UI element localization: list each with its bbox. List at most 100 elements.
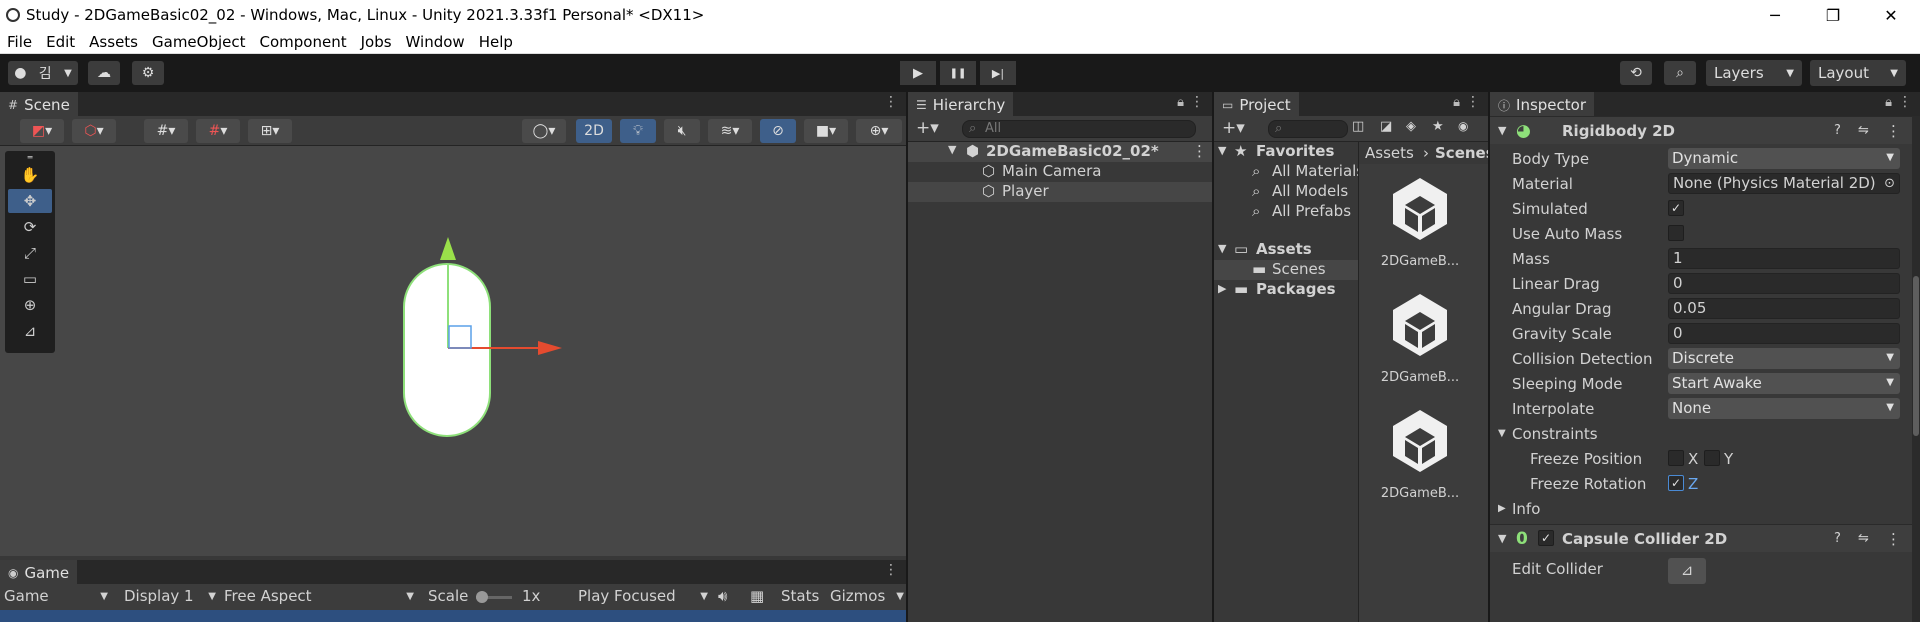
- menu-window[interactable]: Window: [399, 33, 472, 51]
- lock-icon[interactable]: 🔒︎: [1177, 95, 1184, 110]
- favorite-item[interactable]: All Materials: [1272, 162, 1364, 180]
- pause-button[interactable]: ❚❚: [940, 61, 976, 85]
- chevron-down-icon[interactable]: ▼: [1218, 242, 1226, 255]
- tab-inspector[interactable]: ⓘ Inspector: [1490, 92, 1594, 116]
- kebab-menu-icon[interactable]: ⋮: [1886, 530, 1901, 548]
- unity-scene-icon[interactable]: [1385, 406, 1455, 476]
- freeze-position-y-checkbox[interactable]: [1704, 450, 1720, 466]
- freeze-rotation-z-checkbox[interactable]: ✓: [1668, 475, 1684, 491]
- unity-scene-icon[interactable]: [1385, 174, 1455, 244]
- scene-viewport[interactable]: ═ ✋ ✥ ⟳ ⤢ ▭ ⊕ ⊿: [0, 146, 906, 556]
- camera-dropdown[interactable]: ■ ▾: [804, 119, 848, 143]
- aspect-dropdown[interactable]: Free Aspect ▼: [224, 587, 414, 605]
- folder-assets[interactable]: Assets: [1256, 240, 1312, 258]
- favorites-label[interactable]: Favorites: [1256, 142, 1334, 160]
- menu-file[interactable]: File: [0, 33, 39, 51]
- list-item[interactable]: ⬡ Player: [908, 182, 1212, 202]
- unity-scene-icon[interactable]: [1385, 290, 1455, 360]
- kebab-menu-icon[interactable]: ⋮: [884, 94, 898, 110]
- effects-dropdown[interactable]: ≋ ▾: [708, 119, 752, 143]
- breadcrumb-assets[interactable]: Assets: [1365, 144, 1414, 162]
- chevron-down-icon[interactable]: ▼: [1498, 428, 1506, 439]
- close-button[interactable]: ✕: [1862, 0, 1920, 30]
- tab-game[interactable]: ◉ Game: [0, 560, 78, 584]
- kebab-menu-icon[interactable]: ⋮: [1886, 122, 1901, 140]
- auto-mass-checkbox[interactable]: [1668, 225, 1684, 241]
- speaker-icon[interactable]: 🔊︎: [718, 587, 727, 605]
- kebab-menu-icon[interactable]: ⋮: [1466, 94, 1480, 110]
- menu-gameobject[interactable]: GameObject: [145, 33, 253, 51]
- account-dropdown[interactable]: ● 김 ▼: [8, 61, 78, 85]
- play-button[interactable]: ▶: [900, 61, 936, 85]
- tab-hierarchy[interactable]: ☰ Hierarchy: [908, 92, 1014, 116]
- capsule-enabled-checkbox[interactable]: ✓: [1538, 530, 1554, 546]
- shading-dropdown[interactable]: ◯ ▾: [522, 119, 566, 143]
- kebab-menu-icon[interactable]: ⋮: [1898, 94, 1912, 110]
- favorite-item[interactable]: All Prefabs: [1272, 202, 1351, 220]
- chevron-down-icon[interactable]: ▼: [948, 143, 956, 156]
- folder-packages[interactable]: Packages: [1256, 280, 1336, 298]
- gravity-scale-input[interactable]: 0: [1668, 323, 1900, 344]
- history-button[interactable]: ⟲: [1620, 61, 1652, 85]
- stats-button[interactable]: Stats: [781, 587, 819, 605]
- move-gizmo-y-arrow[interactable]: [440, 237, 456, 260]
- step-button[interactable]: ▶|: [980, 61, 1016, 85]
- menu-edit[interactable]: Edit: [39, 33, 82, 51]
- menu-assets[interactable]: Assets: [82, 33, 145, 51]
- audio-toggle[interactable]: 🔇︎: [664, 119, 700, 143]
- restore-button[interactable]: ❐: [1804, 0, 1862, 30]
- asset-label[interactable]: 2DGameB...: [1375, 254, 1465, 269]
- game-view-dropdown[interactable]: Game ▼: [4, 587, 108, 605]
- help-icon[interactable]: ?: [1834, 531, 1841, 546]
- asset-label[interactable]: 2DGameB...: [1375, 486, 1465, 501]
- chevron-down-icon[interactable]: ▼: [1218, 144, 1226, 157]
- grid-snap-dropdown[interactable]: # ▾: [144, 119, 188, 143]
- star-icon[interactable]: ★: [1432, 119, 1444, 134]
- layers-dropdown[interactable]: Layers ▼: [1706, 60, 1802, 86]
- freeze-position-x-checkbox[interactable]: [1668, 450, 1684, 466]
- increment-snap-dropdown[interactable]: ⊞ ▾: [248, 119, 292, 143]
- tab-scene[interactable]: # Scene: [0, 92, 78, 116]
- menu-jobs[interactable]: Jobs: [354, 33, 399, 51]
- minimize-button[interactable]: ─: [1746, 0, 1804, 30]
- collision-detection-dropdown[interactable]: Discrete ▼: [1668, 348, 1900, 369]
- body-type-dropdown[interactable]: Dynamic ▼: [1668, 148, 1900, 169]
- edit-collider-button[interactable]: ⊿: [1668, 558, 1706, 584]
- angular-drag-input[interactable]: 0.05: [1668, 298, 1900, 319]
- kebab-menu-icon[interactable]: ⋮: [884, 562, 898, 578]
- add-button[interactable]: +▾: [916, 118, 939, 138]
- capsule-collider-header[interactable]: ▼ 0 ✓ Capsule Collider 2D ? ⇋ ⋮: [1490, 524, 1912, 552]
- sleeping-mode-dropdown[interactable]: Start Awake ▼: [1668, 373, 1900, 394]
- toggle-2d-button[interactable]: 2D: [576, 119, 612, 143]
- cloud-button[interactable]: ☁: [88, 61, 120, 85]
- menu-component[interactable]: Component: [253, 33, 354, 51]
- chevron-right-icon[interactable]: ▶: [1218, 282, 1226, 295]
- game-viewport[interactable]: [0, 610, 906, 622]
- render-mode-dropdown[interactable]: ⬡ ▾: [72, 119, 116, 143]
- search-button[interactable]: ⌕: [1664, 61, 1696, 85]
- keyboard-icon[interactable]: ▦: [750, 587, 764, 605]
- kebab-menu-icon[interactable]: ⋮: [1190, 94, 1204, 110]
- play-mode-dropdown[interactable]: Play Focused ▼: [578, 587, 708, 605]
- linear-drag-input[interactable]: 0: [1668, 273, 1900, 294]
- folder-scenes[interactable]: Scenes: [1272, 260, 1326, 278]
- breadcrumb-scenes[interactable]: Scenes: [1435, 144, 1488, 162]
- simulated-checkbox[interactable]: ✓: [1668, 200, 1684, 216]
- constraints-row[interactable]: ▼ Constraints: [1490, 421, 1912, 446]
- inspector-scrollbar[interactable]: [1912, 116, 1920, 622]
- layout-dropdown[interactable]: Layout ▼: [1810, 60, 1906, 86]
- mass-input[interactable]: 1: [1668, 248, 1900, 269]
- visibility-toggle[interactable]: ⊘: [760, 119, 796, 143]
- tag-icon[interactable]: ◈: [1406, 119, 1416, 134]
- chevron-down-icon[interactable]: ▼: [1498, 124, 1506, 137]
- rigidbody-header[interactable]: ▼ ◕ Rigidbody 2D ? ⇋ ⋮: [1490, 116, 1912, 144]
- interpolate-dropdown[interactable]: None ▼: [1668, 398, 1900, 419]
- chevron-down-icon[interactable]: ▼: [1498, 532, 1506, 545]
- filter-label-icon[interactable]: ◪: [1380, 119, 1392, 134]
- material-field[interactable]: None (Physics Material 2D) ⊙: [1668, 173, 1900, 194]
- object-picker-icon[interactable]: ⊙: [1884, 174, 1895, 193]
- preset-icon[interactable]: ⇋: [1858, 123, 1869, 138]
- display-dropdown[interactable]: Display 1 ▼: [124, 587, 216, 605]
- scale-slider[interactable]: [476, 591, 512, 603]
- menu-help[interactable]: Help: [472, 33, 520, 51]
